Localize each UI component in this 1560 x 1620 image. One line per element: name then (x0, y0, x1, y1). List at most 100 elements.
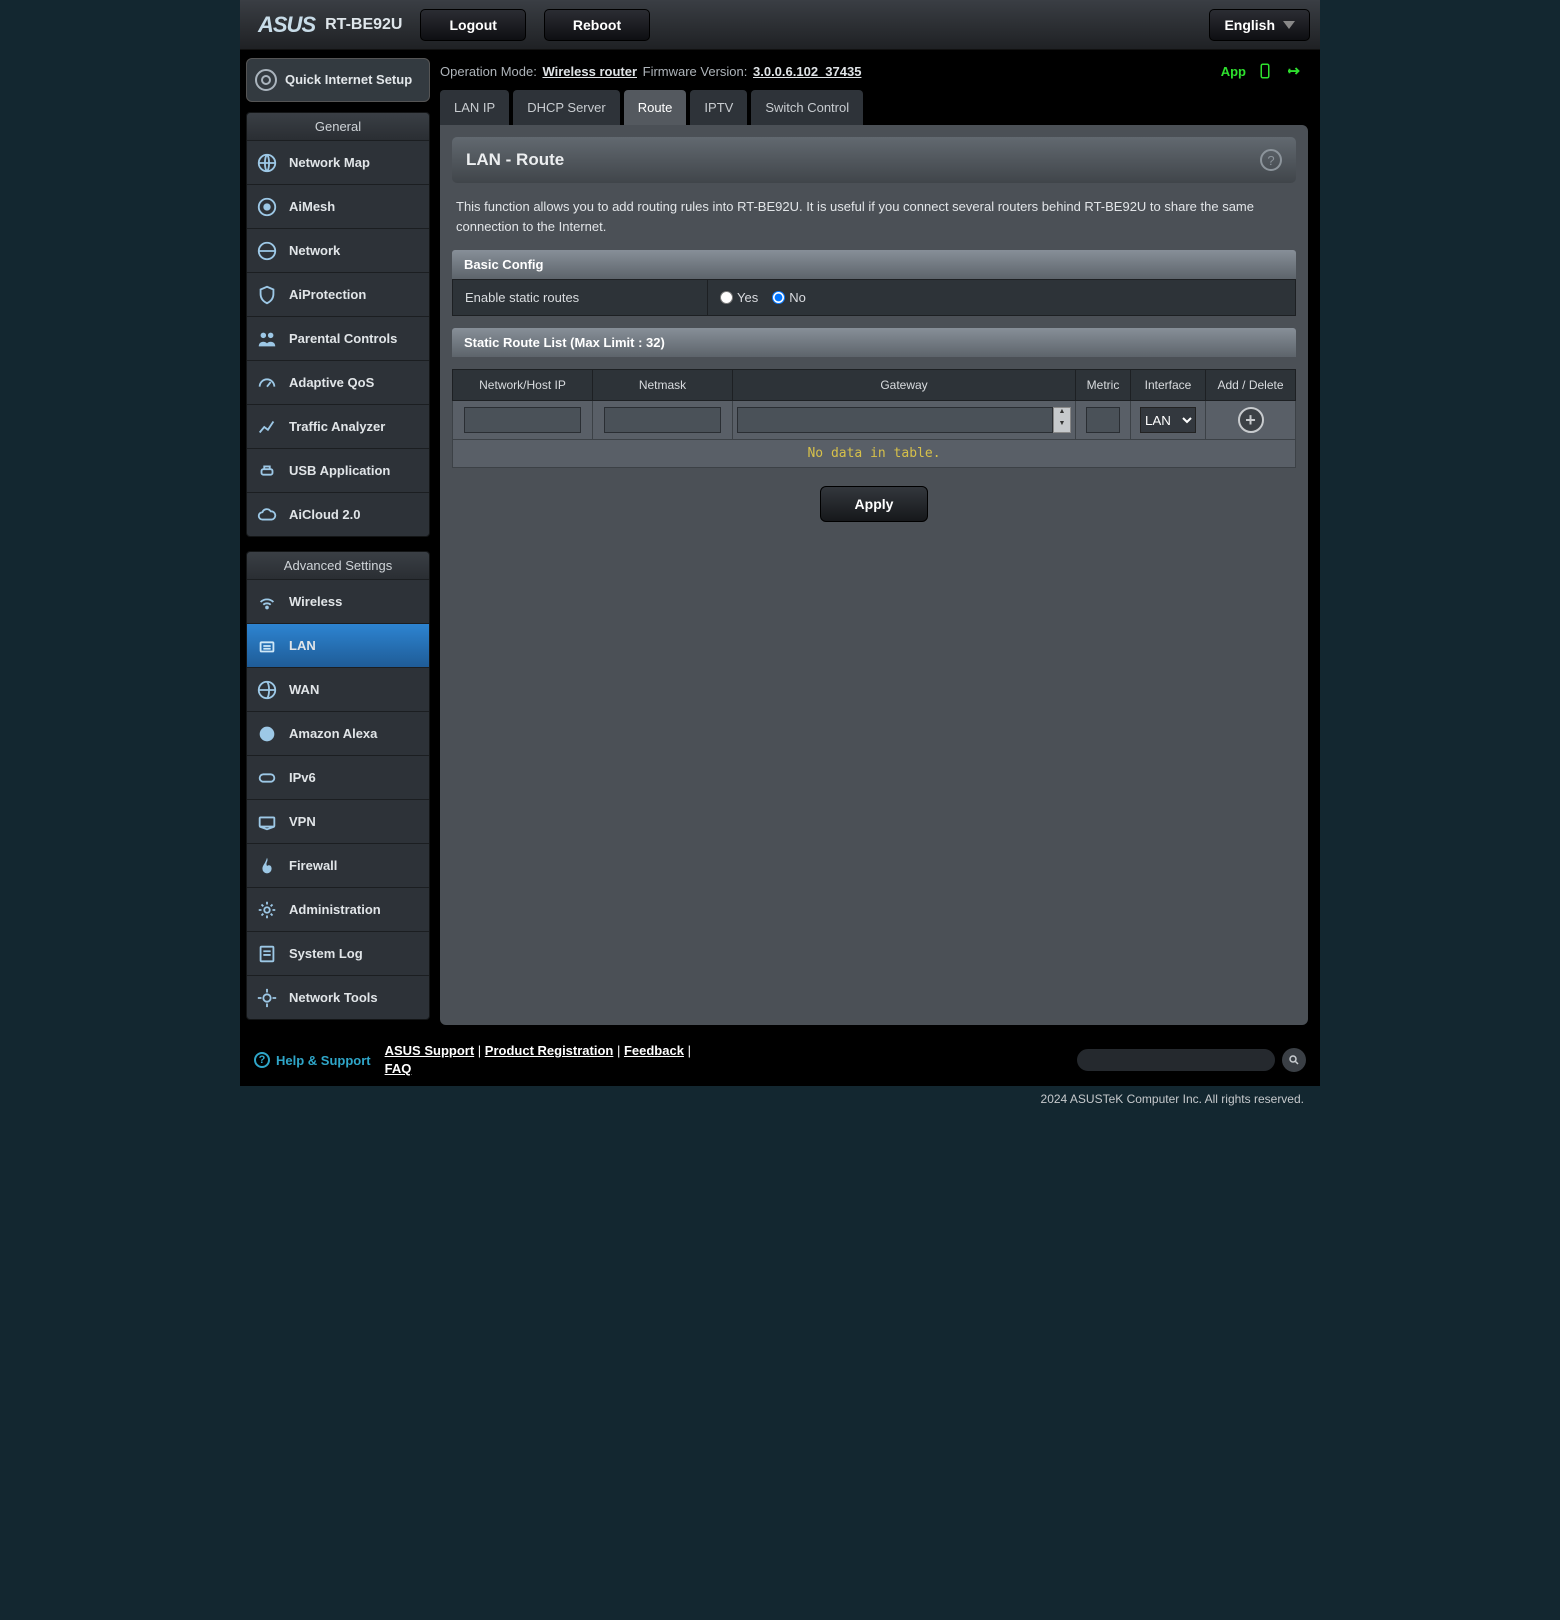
footer-search-input[interactable] (1076, 1048, 1276, 1072)
brand-logo: ASUS (258, 12, 315, 38)
op-mode-link[interactable]: Wireless router (542, 64, 637, 79)
vpn-icon (255, 810, 279, 834)
tab-switch-control[interactable]: Switch Control (751, 90, 863, 125)
sidebar-item-administration[interactable]: Administration (247, 887, 429, 931)
sidebar-item-network-tools[interactable]: Network Tools (247, 975, 429, 1019)
tab-dhcp-server[interactable]: DHCP Server (513, 90, 620, 125)
tab-lan-ip[interactable]: LAN IP (440, 90, 509, 125)
status-bar: Operation Mode: Wireless router Firmware… (440, 58, 1308, 90)
sidebar-item-usb-application[interactable]: USB Application (247, 448, 429, 492)
col-host: Network/Host IP (453, 370, 593, 401)
netmask-input[interactable] (604, 407, 722, 433)
sidebar-item-system-log[interactable]: System Log (247, 931, 429, 975)
interface-select[interactable]: LAN (1140, 407, 1196, 433)
help-icon: ? (254, 1052, 270, 1068)
apply-button[interactable]: Apply (820, 486, 929, 522)
product-registration-link[interactable]: Product Registration (485, 1043, 614, 1058)
add-route-button[interactable]: + (1238, 407, 1264, 433)
col-gateway: Gateway (733, 370, 1076, 401)
col-interface: Interface (1131, 370, 1206, 401)
asus-support-link[interactable]: ASUS Support (385, 1043, 475, 1058)
globe-icon (255, 678, 279, 702)
app-link[interactable]: App (1221, 64, 1246, 79)
feedback-link[interactable]: Feedback (624, 1043, 684, 1058)
copyright: 2024 ASUSTeK Computer Inc. All rights re… (240, 1086, 1320, 1120)
model-name: RT-BE92U (325, 16, 402, 34)
mesh-icon (255, 195, 279, 219)
content-area: LAN - Route ? This function allows you t… (440, 125, 1308, 1025)
cloud-icon (255, 503, 279, 527)
search-button[interactable] (1282, 1048, 1306, 1072)
host-input[interactable] (464, 407, 582, 433)
sidebar-item-ipv6[interactable]: IPv6 (247, 755, 429, 799)
shield-icon (255, 283, 279, 307)
chevron-down-icon (1283, 21, 1295, 29)
sidebar-item-lan[interactable]: LAN (247, 623, 429, 667)
users-icon (255, 327, 279, 351)
empty-message: No data in table. (453, 440, 1296, 468)
sidebar-item-wireless[interactable]: Wireless (247, 579, 429, 623)
sidebar-item-parental-controls[interactable]: Parental Controls (247, 316, 429, 360)
route-table: Network/Host IP Netmask Gateway Metric I… (452, 369, 1296, 468)
language-select[interactable]: English (1209, 9, 1310, 41)
sidebar-item-aicloud[interactable]: AiCloud 2.0 (247, 492, 429, 536)
faq-link[interactable]: FAQ (385, 1061, 412, 1076)
alexa-icon (255, 722, 279, 746)
route-list-header: Static Route List (Max Limit : 32) (452, 328, 1296, 357)
fw-label: Firmware Version: (643, 64, 748, 79)
sidebar-item-alexa[interactable]: Amazon Alexa (247, 711, 429, 755)
sidebar-item-network[interactable]: Network (247, 228, 429, 272)
usb-icon (255, 459, 279, 483)
tabs: LAN IP DHCP Server Route IPTV Switch Con… (440, 90, 1308, 125)
tab-iptv[interactable]: IPTV (690, 90, 747, 125)
log-icon (255, 942, 279, 966)
globe-icon (255, 151, 279, 175)
logout-button[interactable]: Logout (420, 9, 525, 41)
page-description: This function allows you to add routing … (452, 183, 1296, 250)
fw-link[interactable]: 3.0.0.6.102_37435 (753, 64, 861, 79)
page-title: LAN - Route (466, 150, 564, 170)
ipv6-icon (255, 766, 279, 790)
gear-icon (255, 69, 277, 91)
footer-links: ASUS Support | Product Registration | Fe… (385, 1042, 691, 1078)
top-bar: ASUS RT-BE92U Logout Reboot English (240, 0, 1320, 50)
page-title-bar: LAN - Route ? (452, 137, 1296, 183)
network-icon (255, 239, 279, 263)
lan-icon (255, 634, 279, 658)
sidebar-item-vpn[interactable]: VPN (247, 799, 429, 843)
sidebar-item-wan[interactable]: WAN (247, 667, 429, 711)
general-header: General (247, 113, 429, 140)
col-netmask: Netmask (593, 370, 733, 401)
footer: ? Help & Support ASUS Support | Product … (240, 1034, 1320, 1086)
quick-internet-setup-button[interactable]: Quick Internet Setup (246, 58, 430, 102)
advanced-menu: Advanced Settings Wireless LAN WAN Amazo… (246, 551, 430, 1020)
phone-icon[interactable] (1256, 62, 1274, 80)
wifi-icon (255, 590, 279, 614)
advanced-header: Advanced Settings (247, 552, 429, 579)
enable-yes-radio[interactable]: Yes (720, 290, 758, 305)
usb-status-icon[interactable] (1284, 62, 1304, 80)
basic-config-header: Basic Config (452, 250, 1296, 279)
enable-static-routes-label: Enable static routes (453, 280, 708, 315)
help-icon[interactable]: ? (1260, 149, 1282, 171)
sidebar-item-firewall[interactable]: Firewall (247, 843, 429, 887)
reboot-button[interactable]: Reboot (544, 9, 650, 41)
sidebar-item-network-map[interactable]: Network Map (247, 140, 429, 184)
sidebar-item-adaptive-qos[interactable]: Adaptive QoS (247, 360, 429, 404)
sidebar-item-aimesh[interactable]: AiMesh (247, 184, 429, 228)
help-support-link[interactable]: Help & Support (276, 1053, 371, 1068)
gateway-stepper[interactable]: ▲▼ (1053, 407, 1071, 433)
enable-static-routes-row: Enable static routes Yes No (452, 279, 1296, 316)
col-action: Add / Delete (1206, 370, 1296, 401)
tab-route[interactable]: Route (624, 90, 687, 125)
op-mode-label: Operation Mode: (440, 64, 537, 79)
general-menu: General Network Map AiMesh Network AiPro… (246, 112, 430, 537)
fire-icon (255, 854, 279, 878)
sidebar-item-traffic-analyzer[interactable]: Traffic Analyzer (247, 404, 429, 448)
language-label: English (1224, 17, 1275, 33)
gateway-input[interactable] (737, 407, 1053, 433)
sidebar-item-aiprotection[interactable]: AiProtection (247, 272, 429, 316)
enable-no-radio[interactable]: No (772, 290, 806, 305)
metric-input[interactable] (1086, 407, 1120, 433)
tools-icon (255, 986, 279, 1010)
